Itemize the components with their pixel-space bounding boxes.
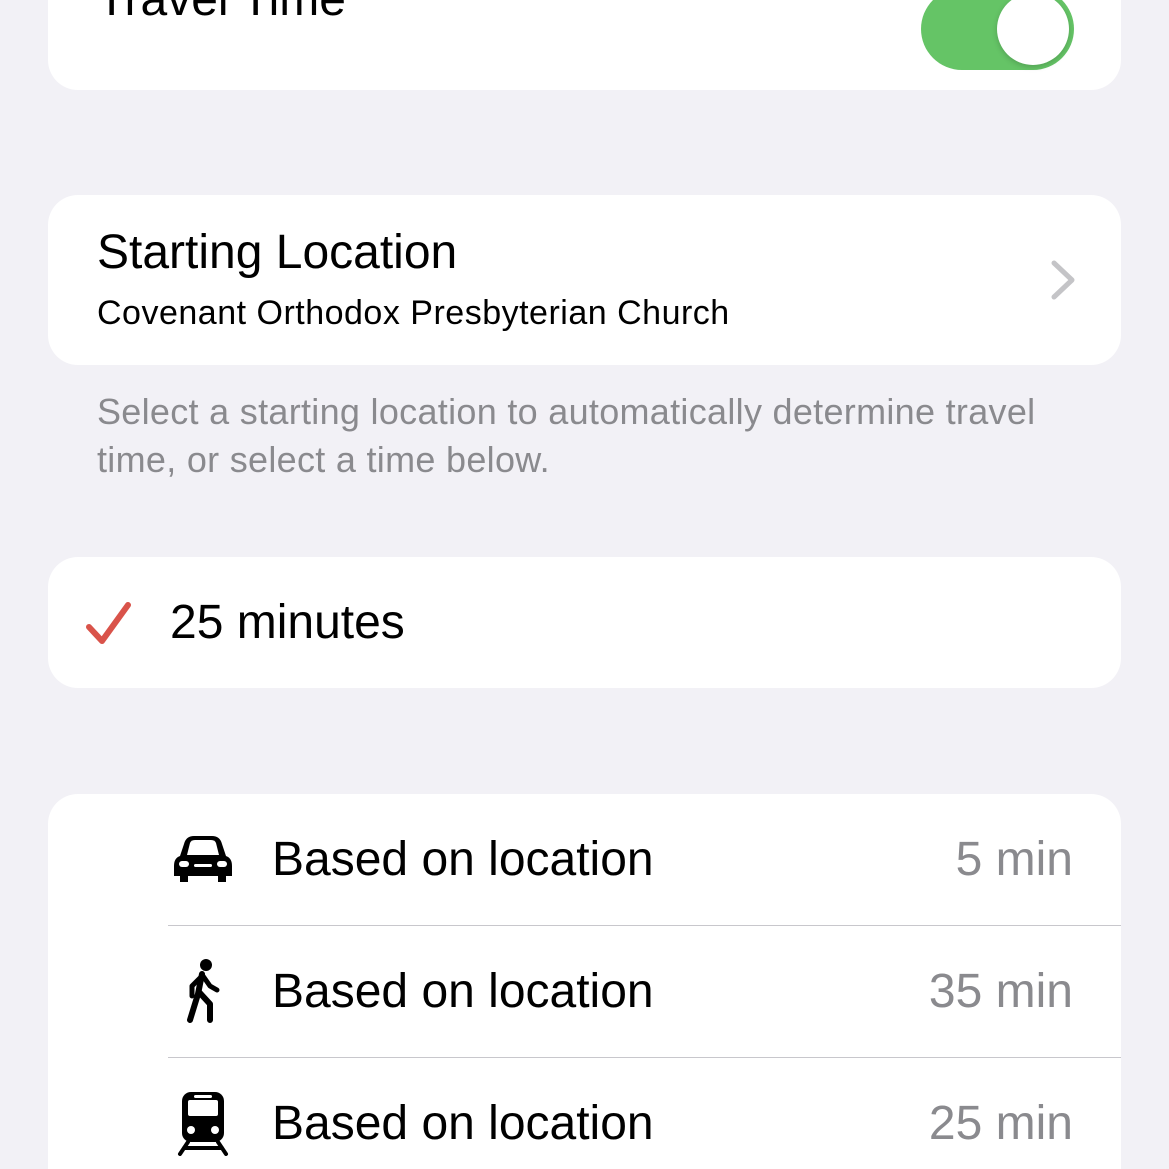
travel-time-title: Travel Time	[97, 0, 346, 26]
travel-time-card: Travel Time	[48, 0, 1121, 90]
travel-time-toggle[interactable]	[921, 0, 1074, 70]
travel-mode-value: 5 min	[955, 833, 1073, 886]
travel-mode-value: 35 min	[928, 965, 1073, 1018]
travel-mode-row-driving[interactable]: Based on location 5 min	[48, 794, 1121, 925]
travel-mode-row-walking[interactable]: Based on location 35 min	[48, 926, 1121, 1057]
starting-location-helper-text: Select a starting location to automatica…	[97, 391, 1036, 480]
train-icon	[178, 1092, 228, 1156]
toggle-knob	[997, 0, 1069, 65]
travel-mode-label: Based on location	[272, 965, 654, 1018]
selected-time-row[interactable]: 25 minutes	[48, 557, 1121, 688]
chevron-right-icon	[1051, 260, 1075, 300]
travel-mode-row-transit[interactable]: Based on location 25 min	[48, 1058, 1121, 1169]
starting-location-value: Covenant Orthodox Presbyterian Church	[97, 294, 730, 332]
selected-time-label: 25 minutes	[170, 596, 405, 649]
car-icon	[174, 836, 232, 882]
travel-mode-list: Based on location 5 min Based on locatio…	[48, 794, 1121, 1169]
travel-mode-label: Based on location	[272, 833, 654, 886]
travel-mode-label: Based on location	[272, 1097, 654, 1150]
travel-mode-value: 25 min	[928, 1097, 1073, 1150]
travel-time-settings-page: Travel Time Starting Location Covenant O…	[0, 0, 1169, 1169]
starting-location-row[interactable]: Starting Location Covenant Orthodox Pres…	[48, 195, 1121, 365]
walking-icon	[187, 959, 220, 1023]
checkmark-icon	[86, 602, 131, 644]
starting-location-title: Starting Location	[97, 226, 458, 279]
